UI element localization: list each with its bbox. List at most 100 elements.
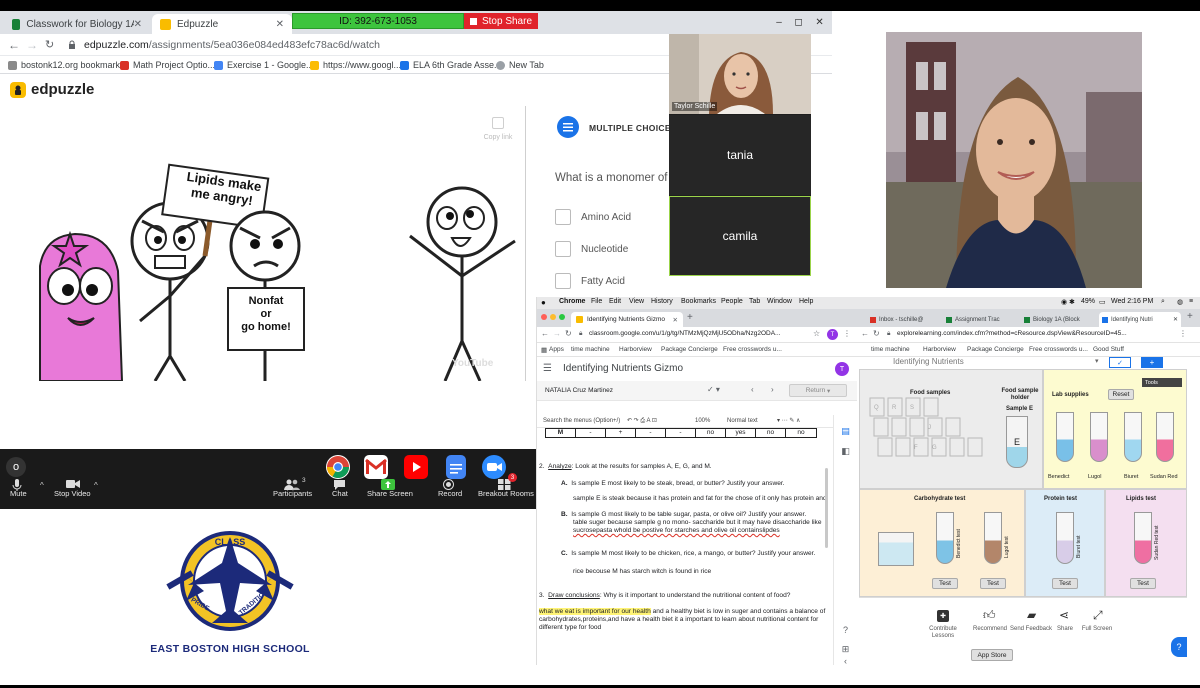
record-label[interactable]: Record: [438, 489, 462, 498]
participant-self-video[interactable]: Taylor Schille: [669, 34, 811, 114]
fullscreen-icon[interactable]: ⤢: [1093, 608, 1103, 623]
breakout-rooms-label[interactable]: Breakout Rooms: [478, 489, 534, 498]
test-button-biuret[interactable]: Test: [1052, 578, 1078, 589]
bookmark-crosswords[interactable]: Free crosswords u...: [1029, 346, 1088, 353]
style-select[interactable]: Normal text: [727, 418, 758, 424]
checkbox[interactable]: [555, 209, 571, 225]
spotlight-icon[interactable]: ⌕: [1161, 298, 1165, 306]
gizmo-url[interactable]: explorelearning.com/index.cfm?method=cRe…: [897, 330, 1127, 337]
bookmark-newtab[interactable]: New Tab: [496, 60, 544, 70]
option-nucleotide[interactable]: Nucleotide: [555, 241, 628, 257]
contribute-icon[interactable]: ✚: [937, 610, 949, 622]
mute-label[interactable]: Mute: [10, 489, 27, 498]
back-icon[interactable]: ←: [541, 329, 549, 338]
doc-body[interactable]: M - + - - no yes no no 2. Analyze: Look …: [537, 428, 833, 665]
more-icon[interactable]: ⋮: [1179, 329, 1187, 338]
edpuzzle-logo[interactable]: edpuzzle: [10, 81, 94, 98]
bookmark-package[interactable]: Package Concierge: [967, 346, 1024, 353]
participant-camila[interactable]: camila: [669, 196, 811, 276]
participant-tania[interactable]: tania: [669, 115, 811, 195]
lugol-test-tube[interactable]: [984, 512, 1002, 564]
back-icon[interactable]: ←: [8, 38, 20, 52]
menu-file[interactable]: File: [591, 298, 602, 305]
student-name[interactable]: NATALIA Cruz Martinez: [545, 387, 613, 394]
lipids-test-area[interactable]: Lipids test Sudan Red test Test: [1105, 489, 1187, 597]
scrollbar[interactable]: [825, 468, 828, 548]
sample-holder-tube[interactable]: E: [1006, 416, 1028, 468]
participants-label[interactable]: Participants: [273, 489, 312, 498]
video-player[interactable]: Lipids make me angry! Nonfat or go home!…: [0, 106, 526, 381]
lab-supplies-area[interactable]: Lab supplies Reset Tools Benedict Lugol …: [1043, 369, 1187, 489]
new-tab-icon[interactable]: +: [687, 312, 693, 323]
bookmark-ela[interactable]: ELA 6th Grade Asse...: [400, 60, 502, 70]
comment-icon[interactable]: ▤: [839, 425, 852, 438]
return-button[interactable]: Return ▾: [789, 384, 847, 397]
minimize-icon[interactable]: –: [776, 17, 782, 28]
close-icon[interactable]: ✕: [673, 316, 678, 324]
bookmark-apps[interactable]: Apps: [549, 346, 564, 353]
chat-label[interactable]: Chat: [332, 489, 348, 498]
bookmark-time-machine[interactable]: time machine: [871, 346, 910, 353]
close-dot[interactable]: [541, 314, 547, 320]
youtube-icon[interactable]: [404, 455, 428, 479]
biuret-tube[interactable]: [1124, 412, 1142, 462]
url-text[interactable]: edpuzzle.com/assignments/5ea036e084ed483…: [84, 39, 380, 51]
video-camera-icon[interactable]: [66, 479, 80, 489]
circle-icon[interactable]: o: [6, 457, 26, 477]
checkbox[interactable]: [555, 273, 571, 289]
chevron-up-icon[interactable]: ^: [94, 481, 98, 490]
forward-icon[interactable]: →: [26, 38, 38, 52]
undo-redo-icons[interactable]: ↶ ↷ ⎙ A ⊡: [627, 417, 657, 425]
close-icon[interactable]: ✕: [1173, 316, 1178, 323]
add-icon[interactable]: ⊞: [839, 643, 852, 656]
menu-view[interactable]: View: [629, 298, 644, 305]
feedback-icon[interactable]: ▰: [1027, 608, 1036, 622]
menu-edit[interactable]: Edit: [609, 298, 621, 305]
gmail-icon[interactable]: [364, 455, 388, 479]
menu-history[interactable]: History: [651, 298, 673, 305]
menu-list-icon[interactable]: ≡: [1189, 298, 1193, 305]
star-icon[interactable]: ☆: [813, 329, 820, 338]
zoom-select[interactable]: 100%: [695, 418, 710, 424]
add-button[interactable]: +: [1141, 357, 1163, 368]
sample-jars[interactable]: Q R S J F G: [866, 396, 990, 472]
tab-identifying-gizmo[interactable]: Identifying Nutri ✕: [1099, 312, 1181, 327]
carbohydrate-test-area[interactable]: Carbohydrate test Benedict test Lugol te…: [859, 489, 1025, 597]
sudan-red-tube[interactable]: [1156, 412, 1174, 462]
bookmark-math[interactable]: Math Project Optio...: [120, 60, 215, 70]
tab-identifying-nutrients[interactable]: Identifying Nutrients Gizmo ✕: [571, 312, 683, 327]
bookmark-good-stuff[interactable]: Good Stuff: [1093, 346, 1124, 353]
next-student-icon[interactable]: ›: [771, 385, 774, 394]
test-button-sudan[interactable]: Test: [1130, 578, 1156, 589]
option-amino-acid[interactable]: Amino Acid: [555, 209, 631, 225]
stop-share-button[interactable]: Stop Share: [464, 13, 538, 29]
gizmo-simulation[interactable]: Identifying Nutrients ▾ ✓ + Food samples…: [859, 357, 1187, 597]
help-bubble-icon[interactable]: ?: [1171, 637, 1187, 657]
tools-button[interactable]: Tools: [1142, 378, 1182, 387]
menu-bookmarks[interactable]: Bookmarks: [681, 298, 716, 305]
apple-icon[interactable]: ●: [541, 298, 546, 307]
google-docs-icon[interactable]: [446, 455, 466, 479]
apps-icon[interactable]: ▦: [541, 346, 547, 354]
collapse-icon[interactable]: ‹: [839, 656, 852, 665]
prev-student-icon[interactable]: ‹: [751, 385, 754, 394]
tab-inbox[interactable]: Inbox - tschille@: [867, 312, 937, 327]
reload-icon[interactable]: ↻: [565, 329, 572, 338]
tab-classwork[interactable]: Classwork for Biology 1A (Block ✕: [4, 14, 150, 34]
format-icons[interactable]: ▾ ⋯ ✎ ∧: [777, 417, 800, 424]
full-screen-label[interactable]: Full Screen: [1075, 626, 1119, 633]
chevron-up-icon[interactable]: ^: [40, 481, 44, 490]
lugol-tube[interactable]: [1090, 412, 1108, 462]
thumbs-up-icon[interactable]: 👍︎: [983, 608, 996, 623]
dropdown-icon[interactable]: ▾: [1095, 357, 1099, 365]
profile-avatar[interactable]: T: [827, 329, 838, 340]
menu-people[interactable]: People: [721, 298, 743, 305]
app-store-button[interactable]: App Store: [971, 649, 1013, 661]
test-button-benedict[interactable]: Test: [932, 578, 958, 589]
close-icon[interactable]: ✕: [276, 19, 284, 30]
tab-edpuzzle[interactable]: Edpuzzle ✕: [152, 14, 292, 34]
hamburger-icon[interactable]: ☰: [543, 363, 552, 374]
benedict-tube[interactable]: [1056, 412, 1074, 462]
check-button[interactable]: ✓: [1109, 357, 1131, 368]
keep-icon[interactable]: ◧: [839, 445, 852, 458]
